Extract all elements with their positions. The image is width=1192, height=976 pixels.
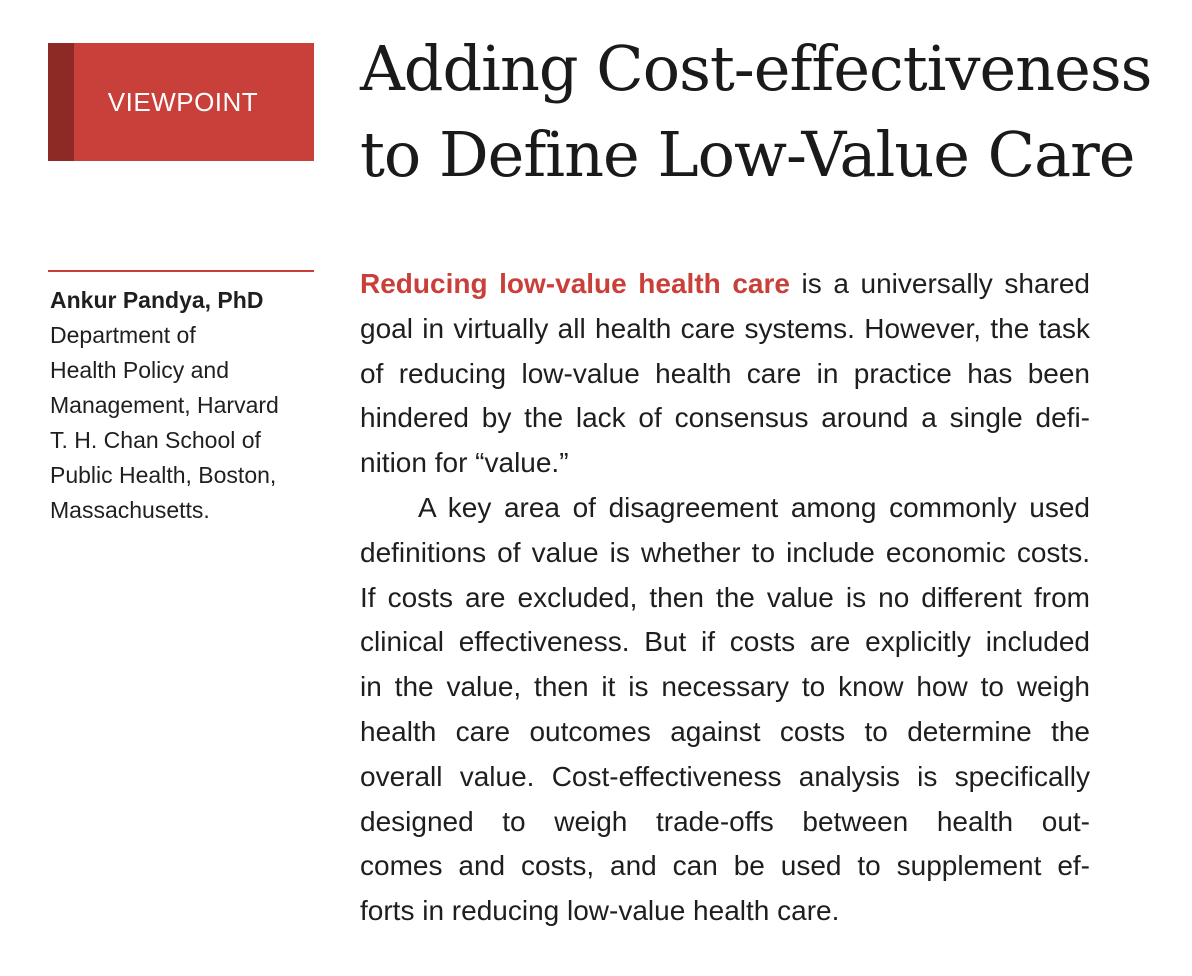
badge-stripe — [48, 43, 74, 161]
body-line-text: is a universally shared — [789, 268, 1090, 299]
body-line: Reducing low-value health care is a univ… — [360, 262, 1090, 307]
body-line: definitions of value is whether to inclu… — [360, 536, 1090, 568]
body-line: goal in virtually all health care system… — [360, 312, 1090, 344]
affiliation-line: T. H. Chan School of — [50, 427, 261, 453]
body-line: of reducing low-value health care in pra… — [360, 357, 1090, 389]
body-line: forts in reducing low-value health care. — [360, 895, 840, 927]
article-title: Adding Cost-effectiveness to Define Low-… — [360, 26, 1160, 198]
affiliation-line: Department of — [50, 322, 196, 348]
badge-label: VIEWPOINT — [107, 86, 259, 117]
author-divider — [48, 270, 314, 272]
body-line: in the value, then it is necessary to kn… — [360, 671, 1090, 703]
viewpoint-badge: VIEWPOINT — [48, 43, 314, 161]
affiliation-line: Public Health, Boston, — [50, 462, 277, 488]
affiliation-line: Health Policy and — [50, 357, 229, 383]
body-line: designed to weigh trade-offs between hea… — [360, 805, 1090, 837]
author-block: Ankur Pandya, PhD Department of Health P… — [50, 283, 320, 528]
body-line: A key area of disagreement among commonl… — [418, 491, 1090, 523]
article-body: Reducing low-value health care is a univ… — [360, 262, 1090, 934]
body-line: overall value. Cost-effectiveness analys… — [360, 760, 1090, 792]
body-line: hindered by the lack of consensus around… — [360, 402, 1090, 434]
lead-phrase: Reducing low-value health care — [360, 268, 790, 299]
body-line: If costs are excluded, then the value is… — [360, 581, 1090, 613]
body-line: clinical effectiveness. But if costs are… — [360, 626, 1090, 658]
body-line: nition for “value.” — [360, 447, 569, 479]
title-line-2: to Define Low-Value Care — [360, 118, 1135, 191]
body-line: comes and costs, and can be used to supp… — [360, 850, 1090, 882]
body-line: health care outcomes against costs to de… — [360, 715, 1090, 747]
affiliation-line: Management, Harvard — [50, 392, 279, 418]
author-name: Ankur Pandya, PhD — [50, 287, 264, 313]
affiliation-line: Massachusetts. — [50, 497, 210, 523]
title-line-1: Adding Cost-effectiveness — [360, 32, 1152, 105]
